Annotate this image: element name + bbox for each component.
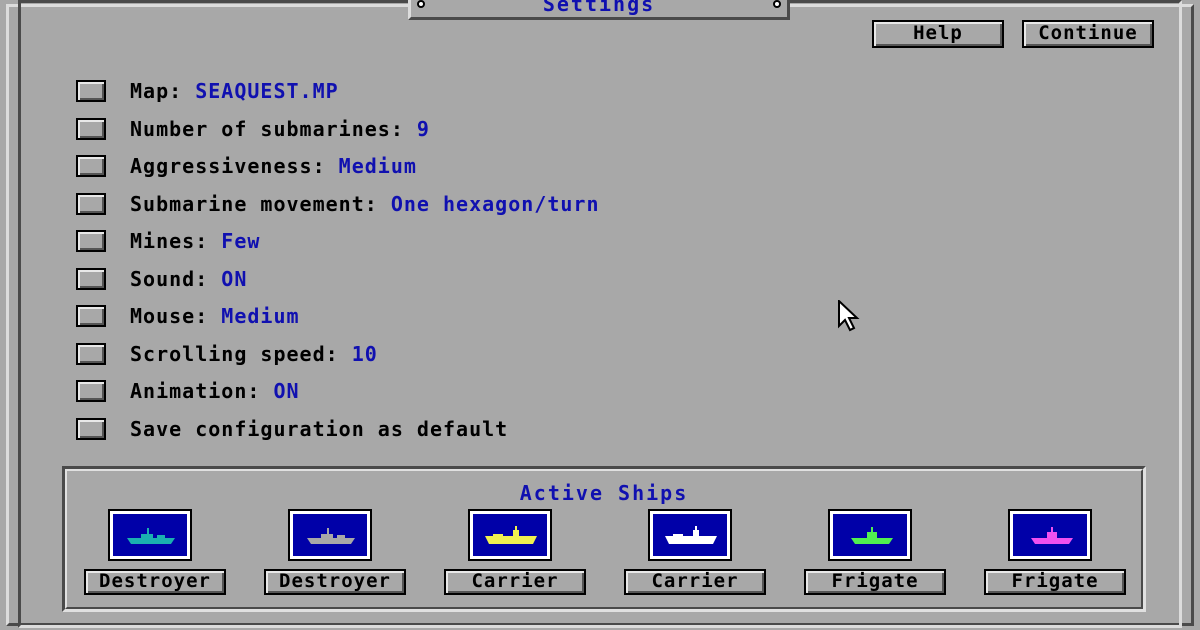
setting-toggle-aggressiveness[interactable] <box>76 155 106 177</box>
setting-toggle-animation[interactable] <box>76 380 106 402</box>
help-button[interactable]: Help <box>872 20 1004 48</box>
ship-silhouette <box>307 528 355 544</box>
setting-label: Aggressiveness: <box>130 154 339 178</box>
ship-toggle-button[interactable]: Frigate <box>984 569 1126 595</box>
ship-silhouette <box>851 527 893 544</box>
ship-silhouette <box>1031 527 1073 544</box>
setting-toggle-save-default[interactable] <box>76 418 106 440</box>
active-ships-title: Active Ships <box>519 481 689 505</box>
setting-label: Scrolling speed: <box>130 342 352 366</box>
setting-value: 10 <box>351 342 378 366</box>
ship-toggle-button[interactable]: Frigate <box>804 569 946 595</box>
carrier-ship-icon[interactable] <box>468 509 552 561</box>
setting-toggle-movement[interactable] <box>76 193 106 215</box>
setting-toggle-mouse[interactable] <box>76 305 106 327</box>
frigate-ship-icon[interactable] <box>1008 509 1092 561</box>
ship-silhouette <box>665 526 717 544</box>
setting-toggle-submarines[interactable] <box>76 118 106 140</box>
setting-value: Medium <box>221 304 300 328</box>
ship-toggle-button[interactable]: Carrier <box>444 569 586 595</box>
carrier-ship-icon[interactable] <box>648 509 732 561</box>
setting-toggle-scrolling[interactable] <box>76 343 106 365</box>
setting-toggle-sound[interactable] <box>76 268 106 290</box>
title-bar: Settings <box>408 0 790 20</box>
setting-label: Sound: <box>130 267 222 291</box>
setting-label: Map: <box>130 79 196 103</box>
ship-silhouette <box>127 528 175 544</box>
setting-toggle-mines[interactable] <box>76 230 106 252</box>
ship-silhouette <box>485 526 537 544</box>
destroyer-ship-icon[interactable] <box>108 509 192 561</box>
setting-label: Mouse: <box>130 304 222 328</box>
setting-label: Number of submarines: <box>130 117 417 141</box>
setting-value: Few <box>221 229 261 253</box>
setting-label: Save configuration as default <box>130 417 509 441</box>
setting-label: Animation: <box>130 379 274 403</box>
setting-value: ON <box>273 379 300 403</box>
setting-value: ON <box>221 267 248 291</box>
setting-toggle-map[interactable] <box>76 80 106 102</box>
rivet-icon <box>417 0 425 8</box>
setting-value: SEAQUEST.MP <box>195 79 339 103</box>
mouse-pointer-icon <box>838 300 860 332</box>
ship-toggle-button[interactable]: Destroyer <box>264 569 406 595</box>
ship-toggle-button[interactable]: Destroyer <box>84 569 226 595</box>
ship-toggle-button[interactable]: Carrier <box>624 569 766 595</box>
continue-button[interactable]: Continue <box>1022 20 1154 48</box>
setting-value: Medium <box>338 154 417 178</box>
destroyer-ship-icon[interactable] <box>288 509 372 561</box>
setting-value: 9 <box>416 117 430 141</box>
setting-value: One hexagon/turn <box>390 192 600 216</box>
dialog-title: Settings <box>542 0 656 16</box>
rivet-icon <box>773 0 781 8</box>
frigate-ship-icon[interactable] <box>828 509 912 561</box>
setting-label: Mines: <box>130 229 222 253</box>
setting-label: Submarine movement: <box>130 192 391 216</box>
